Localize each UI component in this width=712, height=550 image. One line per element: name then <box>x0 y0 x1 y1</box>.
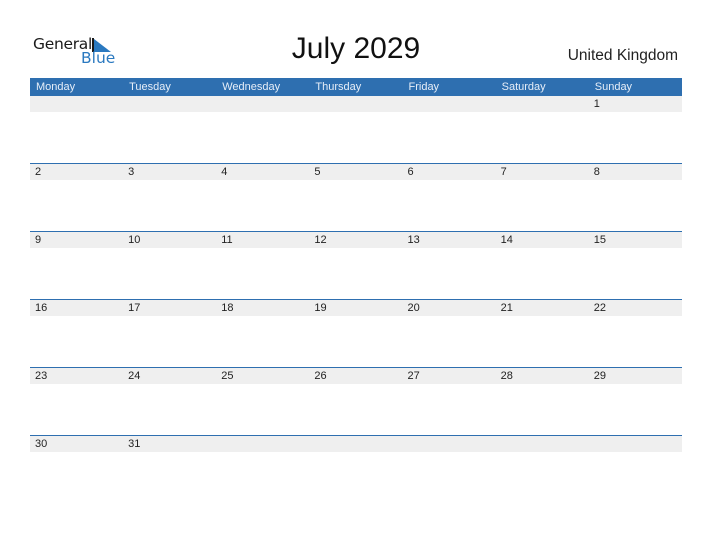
weekday-friday: Friday <box>408 81 440 93</box>
day-number: 26 <box>314 370 327 382</box>
day-number: 21 <box>500 302 513 314</box>
day-cell: 1 <box>589 96 682 163</box>
day-cell <box>30 96 123 163</box>
day-number: 5 <box>314 166 321 178</box>
weekday-monday: Monday <box>36 81 76 93</box>
day-cell: 23 <box>30 368 123 435</box>
day-cell <box>123 96 216 163</box>
day-number: 13 <box>407 234 420 246</box>
day-number: 31 <box>128 438 141 450</box>
day-number: 19 <box>314 302 327 314</box>
weekday-thursday: Thursday <box>315 81 362 93</box>
day-number: 27 <box>407 370 420 382</box>
day-cell: 28 <box>496 368 589 435</box>
day-cell <box>216 96 309 163</box>
day-number: 30 <box>35 438 48 450</box>
week-row: 1 <box>30 96 682 163</box>
day-cell: 31 <box>123 436 216 503</box>
day-cell <box>216 436 309 503</box>
day-cell: 22 <box>589 300 682 367</box>
day-number: 23 <box>35 370 48 382</box>
day-cell: 13 <box>403 232 496 299</box>
day-number: 16 <box>35 302 48 314</box>
week-row: 16 17 18 19 20 21 22 <box>30 299 682 367</box>
day-cell: 21 <box>496 300 589 367</box>
weekday-sunday: Sunday <box>594 81 633 93</box>
day-cell <box>403 436 496 503</box>
day-number: 22 <box>593 302 606 314</box>
day-number: 6 <box>407 166 414 178</box>
day-cell: 9 <box>30 232 123 299</box>
weekday-saturday: Saturday <box>501 81 546 93</box>
day-cell: 19 <box>309 300 402 367</box>
day-cell: 7 <box>496 164 589 231</box>
day-cell: 26 <box>309 368 402 435</box>
day-cell: 11 <box>216 232 309 299</box>
day-number: 9 <box>35 234 42 246</box>
week-row: 9 10 11 12 13 14 15 <box>30 231 682 299</box>
week-row: 2 3 4 5 6 7 8 <box>30 163 682 231</box>
day-number: 10 <box>128 234 141 246</box>
day-number: 1 <box>593 98 600 110</box>
day-cell: 27 <box>403 368 496 435</box>
day-cell <box>403 96 496 163</box>
day-number: 17 <box>128 302 141 314</box>
country-label: United Kingdom <box>567 47 678 64</box>
day-cell: 17 <box>123 300 216 367</box>
day-number: 3 <box>128 166 135 178</box>
day-cell: 18 <box>216 300 309 367</box>
day-cell: 29 <box>589 368 682 435</box>
day-number: 4 <box>221 166 228 178</box>
day-cell: 4 <box>216 164 309 231</box>
day-number: 12 <box>314 234 327 246</box>
day-number: 25 <box>221 370 234 382</box>
day-number: 18 <box>221 302 234 314</box>
day-cell <box>589 436 682 503</box>
week-row: 23 24 25 26 27 28 29 <box>30 367 682 435</box>
day-cell: 10 <box>123 232 216 299</box>
calendar-grid: 1 2 3 4 5 6 7 8 9 10 11 12 13 14 15 16 17 18 19 20 21 22 23 24 2… <box>30 96 682 503</box>
week-row: 30 31 <box>30 435 682 503</box>
day-cell <box>496 436 589 503</box>
day-cell: 24 <box>123 368 216 435</box>
day-cell: 30 <box>30 436 123 503</box>
day-number: 8 <box>593 166 600 178</box>
day-cell: 25 <box>216 368 309 435</box>
day-number: 2 <box>35 166 42 178</box>
weekday-wednesday: Wednesday <box>222 81 281 93</box>
day-cell <box>309 436 402 503</box>
day-cell: 5 <box>309 164 402 231</box>
day-cell: 8 <box>589 164 682 231</box>
day-cell: 16 <box>30 300 123 367</box>
weekday-tuesday: Tuesday <box>129 81 171 93</box>
day-cell <box>309 96 402 163</box>
day-cell: 3 <box>123 164 216 231</box>
day-cell: 12 <box>309 232 402 299</box>
day-number: 7 <box>500 166 507 178</box>
day-number: 14 <box>500 234 513 246</box>
day-cell: 6 <box>403 164 496 231</box>
day-cell: 15 <box>589 232 682 299</box>
day-number: 28 <box>500 370 513 382</box>
day-number: 20 <box>407 302 420 314</box>
weekday-header: Monday Tuesday Wednesday Thursday Friday… <box>30 78 682 96</box>
day-number: 11 <box>221 234 233 246</box>
day-number: 15 <box>593 234 606 246</box>
day-number: 24 <box>128 370 141 382</box>
day-number: 29 <box>593 370 606 382</box>
day-cell: 14 <box>496 232 589 299</box>
day-cell: 20 <box>403 300 496 367</box>
day-cell <box>496 96 589 163</box>
day-cell: 2 <box>30 164 123 231</box>
